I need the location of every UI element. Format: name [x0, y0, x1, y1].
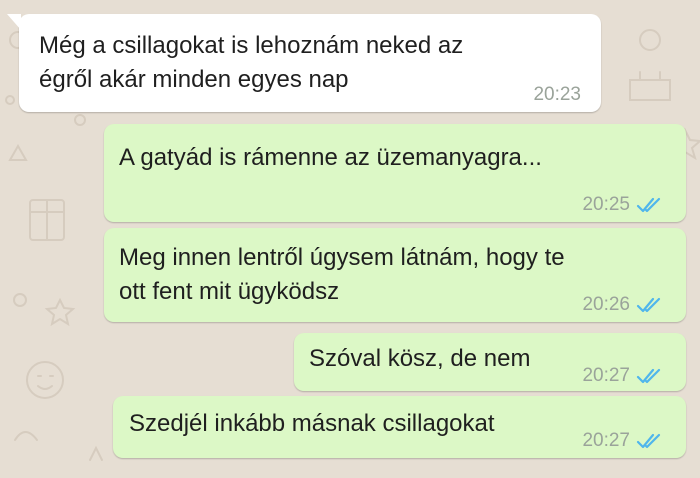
message-text-line: Szóval kösz, de nem [309, 345, 531, 372]
timestamp-text: 20:23 [533, 84, 581, 105]
timestamp-text: 20:27 [582, 430, 630, 451]
bubble-tail [7, 14, 21, 30]
message-text-line: ott fent mit ügyködsz [119, 278, 340, 305]
outgoing-message-bubble[interactable]: Meg innen lentről úgysem látnám, hogy te… [104, 228, 686, 322]
message-text-line: Szedjél inkább másnak csillagokat [129, 410, 495, 437]
message-timestamp: 20:27 [582, 359, 664, 393]
outgoing-message-bubble[interactable]: Szóval kösz, de nem 20:27 [294, 333, 686, 391]
message-timestamp: 20:26 [582, 288, 664, 322]
message-text-line: A gatyád is rámenne az üzemanyagra... [119, 144, 542, 171]
double-check-read-icon [636, 297, 661, 313]
message-timestamp: 20:27 [582, 424, 664, 458]
message-timestamp: 20:25 [582, 188, 664, 222]
message-text-line: Még a csillagokat is lehoznám neked az [39, 32, 464, 59]
outgoing-message-bubble[interactable]: A gatyád is rámenne az üzemanyagra... 20… [104, 124, 686, 222]
outgoing-message-bubble[interactable]: Szedjél inkább másnak csillagokat 20:27 [113, 396, 686, 458]
double-check-read-icon [636, 433, 661, 449]
incoming-message-bubble[interactable]: Még a csillagokat is lehoznám neked az é… [7, 14, 601, 112]
message-timestamp: 20:23 [533, 78, 581, 112]
message-text-line: Meg innen lentről úgysem látnám, hogy te [119, 244, 565, 271]
timestamp-text: 20:26 [582, 294, 630, 315]
timestamp-text: 20:27 [582, 365, 630, 386]
message-text-line: égről akár minden egyes nap [39, 66, 349, 93]
timestamp-text: 20:25 [582, 194, 630, 215]
double-check-read-icon [636, 368, 661, 384]
double-check-read-icon [636, 197, 661, 213]
